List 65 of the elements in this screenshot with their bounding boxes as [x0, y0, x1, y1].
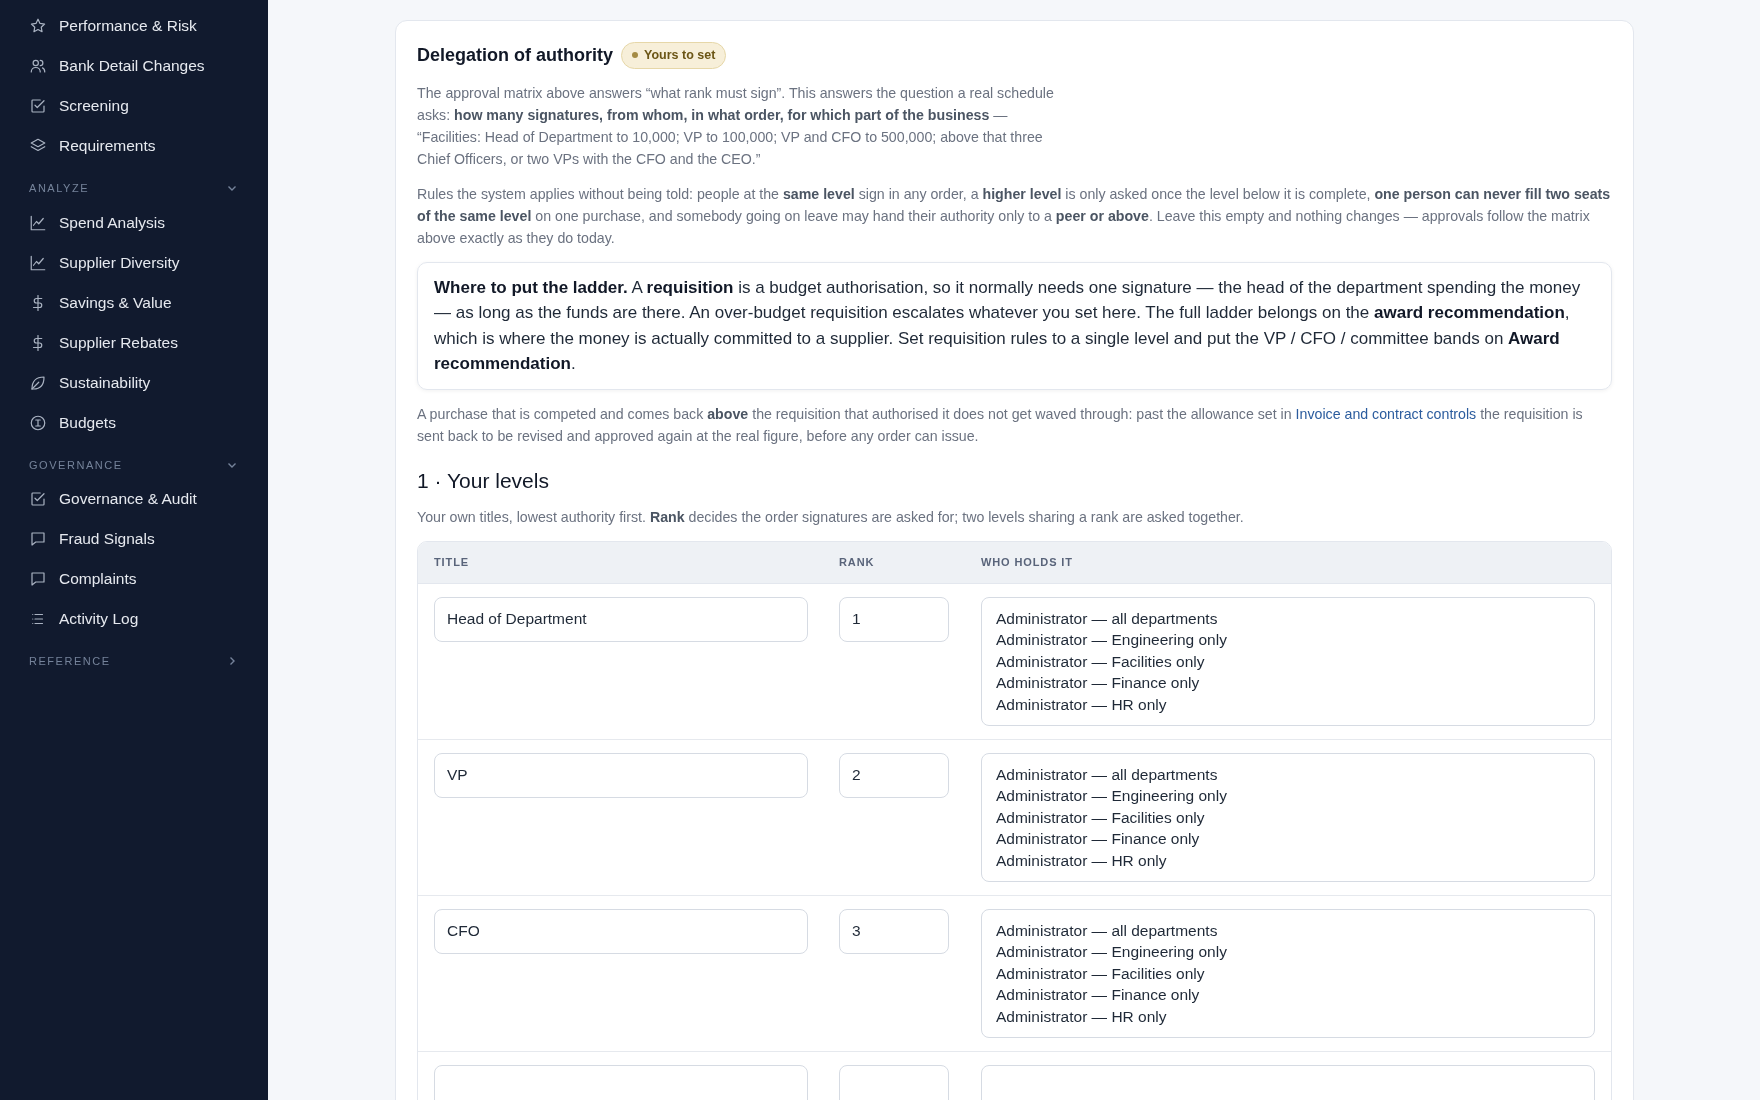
sidebar-item[interactable]: Performance & Risk [0, 6, 268, 46]
paragraph: Rules the system applies without being told: people at the same level sign in any order, a higher level is only asked once the level below it is complete, one person can never fill two seats of the same level on one purchase, and somebody going on leave may hand their authority only to a peer or above. Leave this empty and nothing changes — approvals follow the matrix above exactly as they do today. [417, 184, 1612, 248]
sidebar-item[interactable]: Complaints [0, 559, 268, 599]
holders-listbox[interactable]: Administrator — all departments Administrator — Engineering only Administrator — Facilities only Administrator — Finance only Administrator — HR only [981, 908, 1595, 1038]
sidebar-item[interactable]: Supplier Diversity [0, 242, 268, 283]
hint-text: Your own titles, lowest authority first. Rank decides the order signatures are asked for; two levels sharing a rank are asked together. [417, 507, 1245, 527]
sidebar-item[interactable]: Spend Analysis [0, 202, 268, 243]
paragraph: A purchase that is competed and comes back above the requisition that authorised it does not get waved through: past the allowance set in Invoice and contract controls the requisition is sent back to be revised and approved again at the real figure, before any order can issue. [417, 404, 1584, 446]
list-option[interactable]: Administrator — Engineering only [996, 941, 1580, 963]
list-option[interactable]: Administrator — Engineering only [996, 785, 1580, 807]
title-field[interactable]: CFO [434, 908, 808, 954]
section-heading: GOVERNANCE [29, 457, 123, 473]
coin-icon [29, 413, 47, 432]
section-heading: REFERENCE [29, 654, 111, 669]
sidebar-item[interactable]: Governance & Audit [0, 479, 268, 519]
leaf-icon [29, 373, 47, 392]
link[interactable]: Invoice and contract controls [1295, 405, 1477, 422]
people-icon [29, 57, 47, 75]
holders-listbox[interactable]: Administrator — all departments Administrator — Engineering only Administrator — Facilities only Administrator — Finance only Administrator — HR only [981, 596, 1595, 726]
line-chart-icon [29, 253, 47, 272]
list-option[interactable]: Administrator — Finance only [996, 984, 1580, 1006]
sidebar-item[interactable]: Savings & Value [0, 282, 268, 323]
list-option[interactable]: Administrator — HR only [996, 693, 1580, 716]
list-option[interactable]: Administrator — Finance only [996, 672, 1580, 694]
column-header: RANK [839, 555, 876, 571]
list-option[interactable]: Administrator — Engineering only [996, 629, 1580, 651]
list-option[interactable]: Administrator — all departments [996, 919, 1580, 942]
list-option[interactable]: Administrator — HR only [996, 849, 1580, 872]
column-header: TITLE [434, 555, 470, 571]
paragraph: The approval matrix above answers “what rank must sign”. This answers the question a real schedule asks: how many signatures, from whom, in what order, for which part of the business — “Facilities: Head of Department to 10,000; VP to 100,000; VP and CFO to 500,000; above that three Chief Officers, or two VPs with the CFO and the CEO.” [417, 83, 1055, 169]
checkbox-icon [29, 97, 47, 115]
rank-field[interactable]: 1 [839, 596, 949, 642]
section-heading: 1 · Your levels [417, 467, 550, 493]
list-option[interactable]: Administrator — HR only [996, 1005, 1580, 1028]
line-chart-icon [29, 213, 47, 232]
checkbox-icon [29, 490, 47, 508]
list-option[interactable]: Administrator — Facilities only [996, 806, 1580, 829]
holders-listbox[interactable]: Administrator — all departments Administrator — Engineering only Administrator — Facilities only Administrator — Finance only Administrator — HR only [981, 752, 1595, 882]
title-field[interactable]: VP [434, 752, 808, 798]
title-field[interactable] [434, 1064, 808, 1100]
sidebar-item[interactable]: Supplier Rebates [0, 322, 268, 363]
sidebar-item[interactable]: Activity Log [0, 599, 268, 639]
title-field[interactable]: Head of Department [434, 596, 808, 642]
list-option[interactable]: Administrator — all departments [996, 607, 1580, 630]
sidebar-item[interactable]: Sustainability [0, 362, 268, 403]
list-option[interactable]: Administrator — Finance only [996, 828, 1580, 850]
list-option[interactable]: Administrator — Facilities only [996, 962, 1580, 985]
sidebar-item[interactable]: Bank Detail Changes [0, 46, 268, 86]
card-title: Delegation of authority [417, 44, 613, 67]
sidebar-item[interactable]: Budgets [0, 402, 268, 443]
star-icon [29, 17, 47, 35]
message-icon [29, 570, 47, 588]
sidebar-item[interactable]: Screening [0, 86, 268, 126]
column-header: WHO HOLDS IT [981, 555, 1074, 571]
rank-field[interactable] [839, 1064, 949, 1100]
rank-field[interactable]: 2 [839, 752, 949, 798]
sidebar-item[interactable]: Requirements [0, 126, 268, 166]
rank-field[interactable]: 3 [839, 908, 949, 954]
callout-text: Where to put the ladder. A requisition is a budget authorisation, so it normally needs one signature — the head of the department spending the money — as long as the funds are there. An over-budget requisition escalates whatever you set here. The full ladder belongs on the award recommendation, which is where the money is actually committed to a supplier. Set requisition rules to a single level and put the VP / CFO / committee bands on Award recommendation. [417, 261, 1612, 390]
section-heading: ANALYZE [29, 181, 90, 196]
status-pill: Yours to set [621, 42, 727, 69]
list-option[interactable]: Administrator — all departments [996, 763, 1580, 786]
list-option[interactable]: Administrator — Facilities only [996, 650, 1580, 673]
sidebar-item[interactable]: Fraud Signals [0, 519, 268, 559]
message-icon [29, 530, 47, 548]
